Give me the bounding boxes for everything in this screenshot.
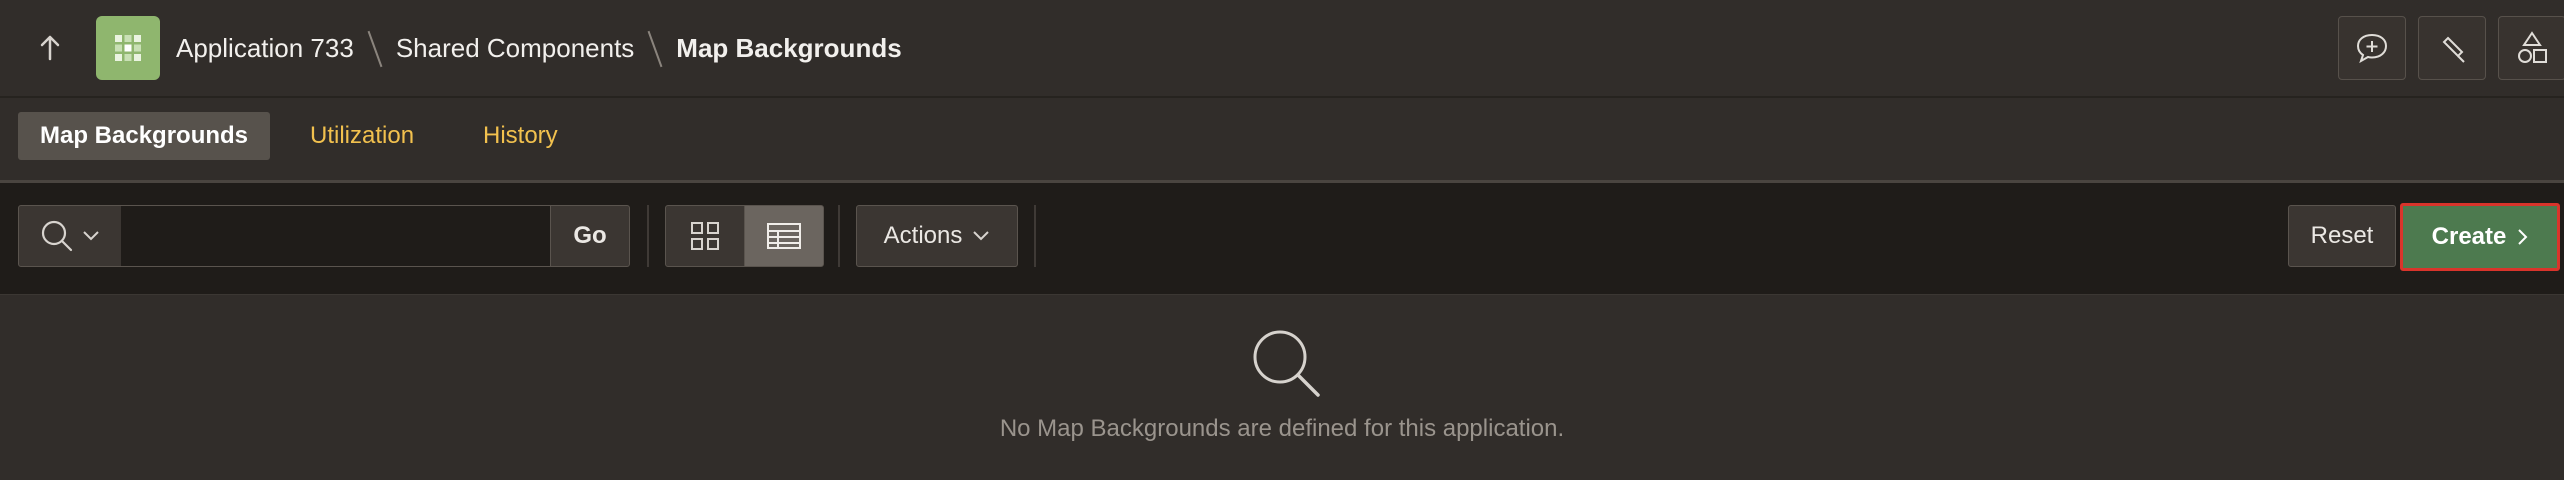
toolbar-divider — [838, 205, 840, 267]
empty-state-message: No Map Backgrounds are defined for this … — [999, 415, 1565, 442]
toolbar-divider — [647, 205, 649, 267]
create-label: Create — [2431, 223, 2507, 250]
shapes-button[interactable] — [2498, 16, 2564, 80]
actions-label: Actions — [883, 222, 963, 249]
tab-history[interactable]: History — [461, 112, 580, 160]
tab-map-backgrounds[interactable]: Map Backgrounds — [18, 112, 271, 160]
shapes-icon — [2518, 31, 2547, 63]
chevron-down-icon — [83, 231, 99, 241]
app-grid-icon[interactable] — [96, 16, 160, 80]
breadcrumb-app-link[interactable]: Application 733 — [176, 33, 354, 64]
go-button[interactable]: Go — [550, 205, 630, 267]
search-icon — [41, 220, 73, 252]
empty-state: No Map Backgrounds are defined for this … — [0, 295, 2564, 480]
grid-view-icon — [691, 222, 719, 250]
tab-utilization[interactable]: Utilization — [288, 112, 436, 160]
search-icon — [1253, 330, 1320, 397]
highlighter-icon — [2442, 36, 2465, 63]
up-arrow-button[interactable] — [30, 28, 70, 68]
breadcrumb-shared-components-link[interactable]: Shared Components — [396, 33, 634, 64]
create-button[interactable]: Create — [2400, 203, 2560, 271]
breadcrumb-current: Map Backgrounds — [676, 32, 902, 63]
app-header: Application 733 Shared Components Map Ba… — [0, 0, 2564, 98]
table-view-icon — [767, 223, 801, 249]
arrow-up-icon — [40, 35, 60, 61]
breadcrumb-separator — [648, 30, 662, 66]
comment-add-icon — [2356, 33, 2388, 64]
search-input[interactable] — [121, 205, 551, 267]
chevron-down-icon — [973, 231, 990, 241]
highlighter-button[interactable] — [2418, 16, 2486, 80]
tab-bar: Map Backgrounds Utilization History — [0, 98, 2564, 183]
toolbar-divider — [1034, 205, 1036, 267]
breadcrumb-separator — [368, 30, 382, 66]
breadcrumb: Application 733 Shared Components Map Ba… — [176, 0, 902, 96]
chevron-right-icon — [2518, 229, 2528, 245]
report-view-button[interactable] — [744, 205, 824, 267]
report-toolbar: Go Actions Reset Create — [0, 183, 2564, 295]
reset-button[interactable]: Reset — [2288, 205, 2396, 267]
actions-menu-button[interactable]: Actions — [856, 205, 1018, 267]
icon-view-button[interactable] — [665, 205, 745, 267]
feedback-button[interactable] — [2338, 16, 2406, 80]
search-column-selector[interactable] — [18, 205, 122, 267]
